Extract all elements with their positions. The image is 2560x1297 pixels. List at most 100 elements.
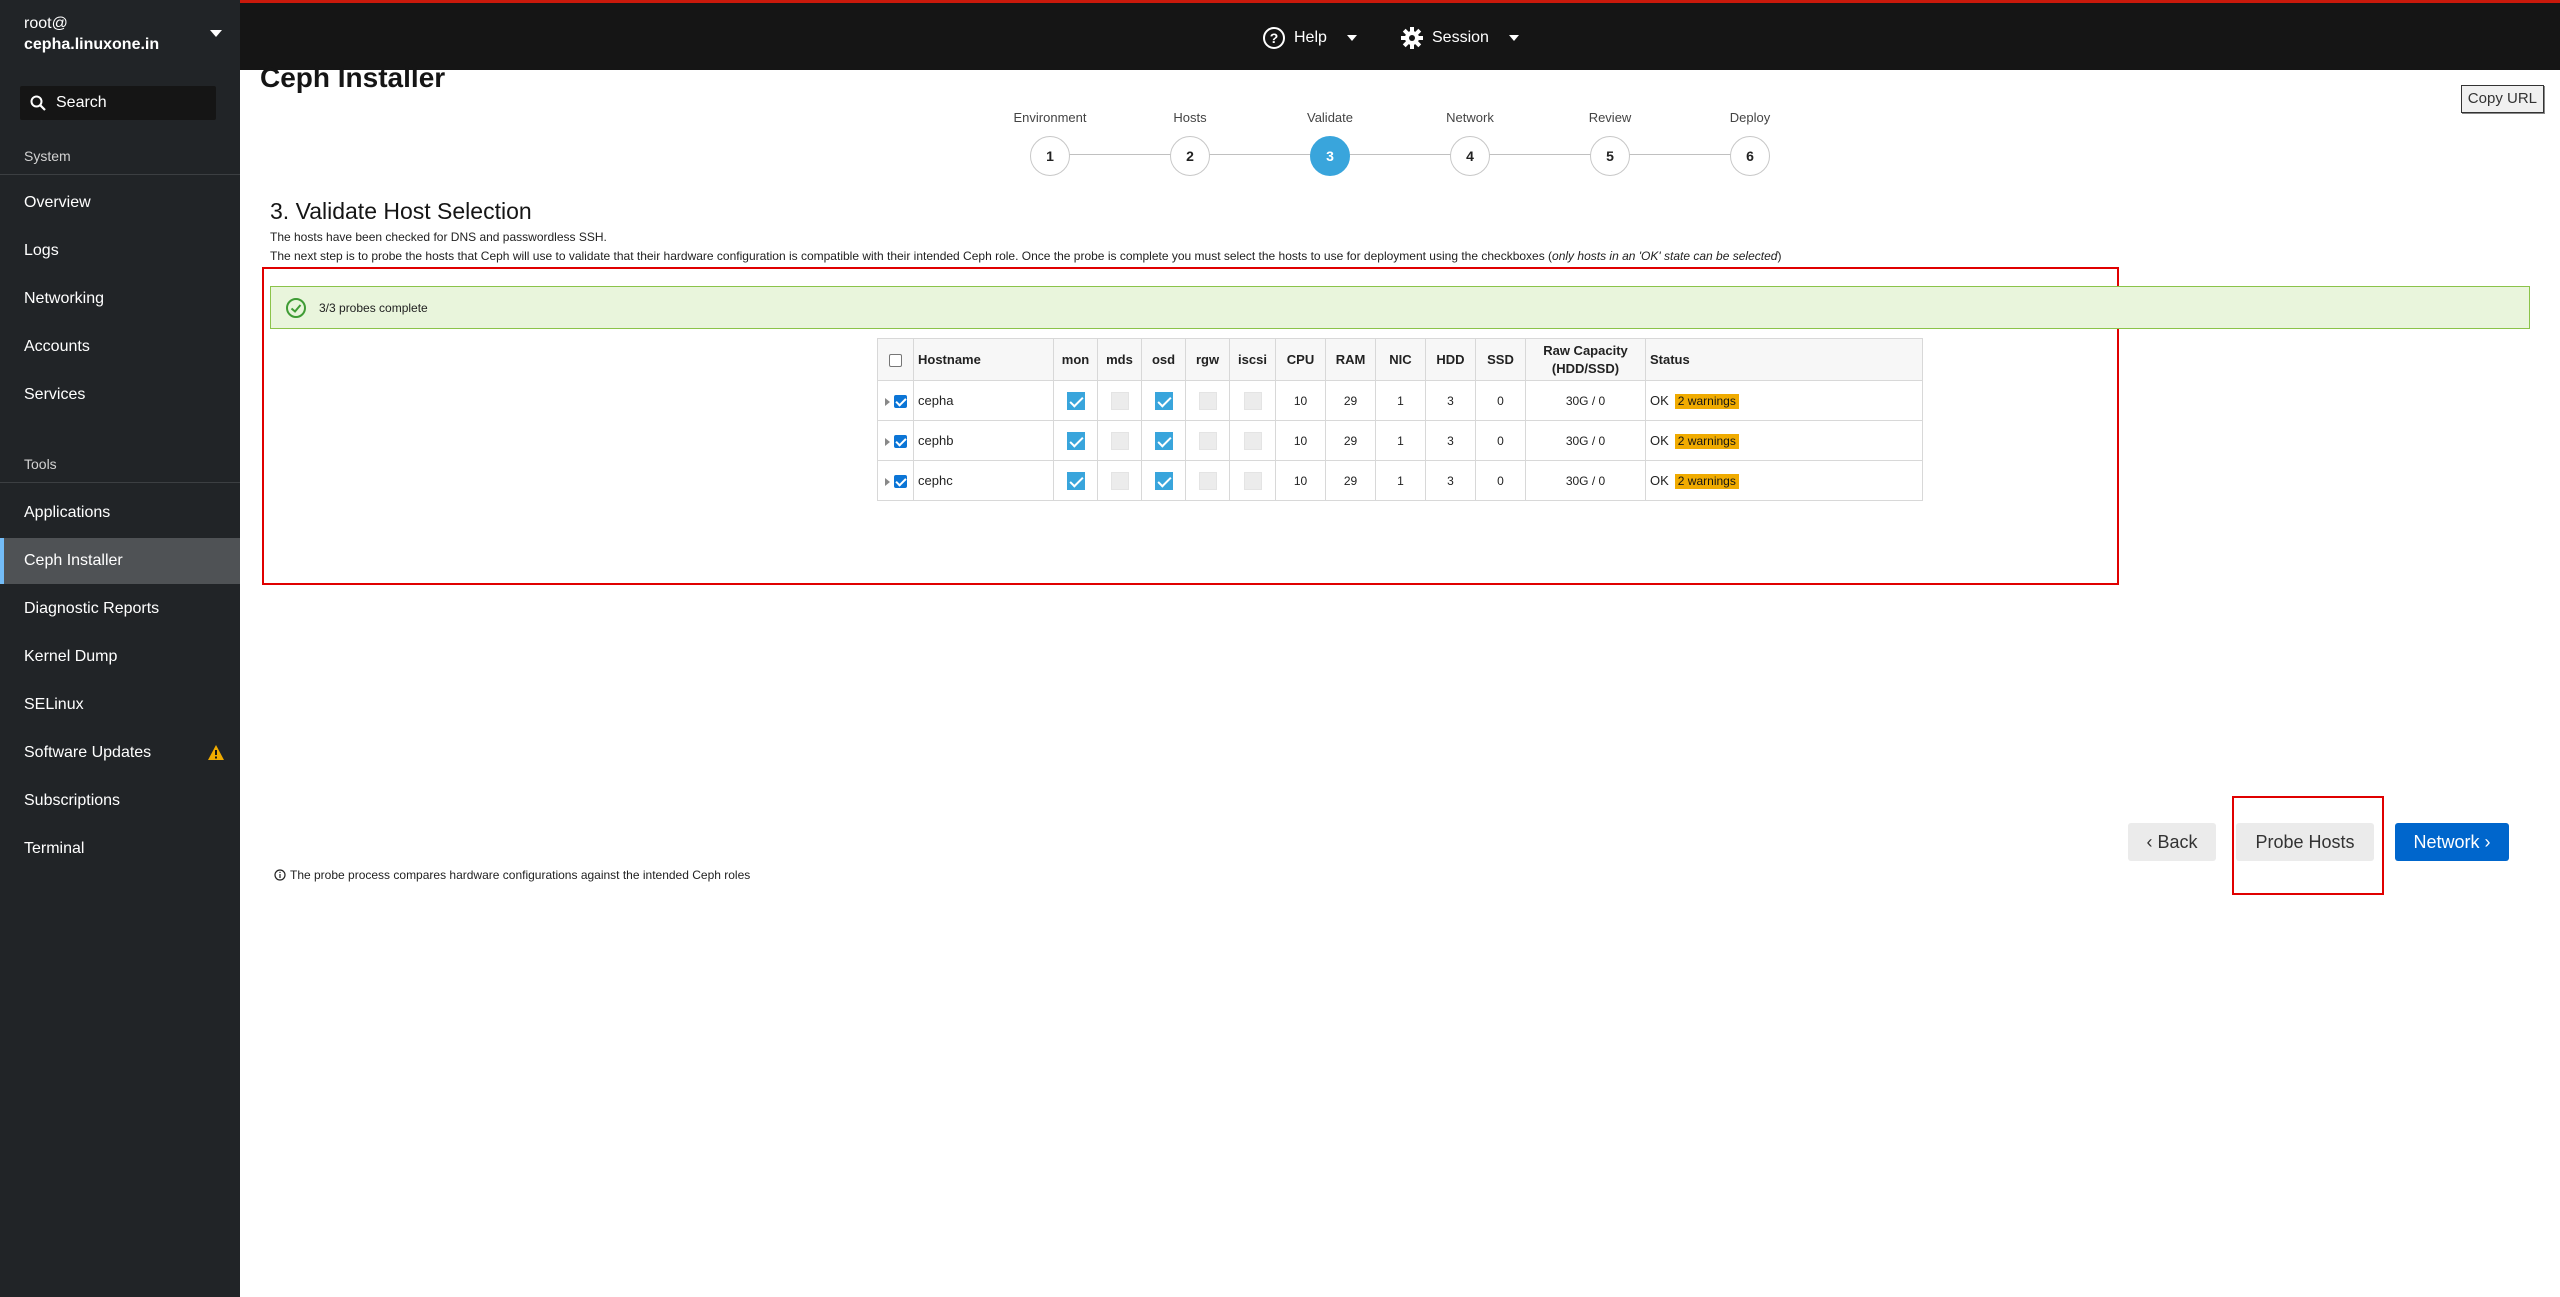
copy-url-button[interactable]: Copy URL — [2460, 85, 2544, 113]
warning-icon — [208, 745, 224, 760]
mds-role-checkbox[interactable] — [1110, 431, 1129, 450]
table-row: cephb 10 29 1 3 0 30G / 0 OK 2 warnings — [877, 420, 1923, 461]
iscsi-role-checkbox[interactable] — [1243, 431, 1262, 450]
expand-row-icon[interactable] — [884, 437, 890, 446]
rgw-cell — [1185, 420, 1230, 461]
sidebar-item-applications[interactable]: Applications — [0, 490, 240, 536]
rgw-role-checkbox[interactable] — [1198, 471, 1217, 490]
sidebar-item-diagnostic-reports[interactable]: Diagnostic Reports — [0, 586, 240, 632]
col-cpu: CPU — [1275, 338, 1326, 381]
iscsi-role-checkbox[interactable] — [1243, 471, 1262, 490]
ssd-cell: 0 — [1475, 380, 1526, 421]
cpu-cell: 10 — [1275, 460, 1326, 501]
osd-role-checkbox[interactable] — [1154, 391, 1173, 410]
divider — [0, 482, 240, 483]
hostname-cell: cephb — [913, 420, 1054, 461]
back-button[interactable]: ‹ Back — [2128, 823, 2216, 861]
wizard-step-hosts[interactable]: Hosts 2 — [1120, 110, 1260, 176]
info-icon — [274, 869, 286, 881]
sidebar-item-software-updates[interactable]: Software Updates — [0, 730, 240, 776]
sidebar-item-subscriptions[interactable]: Subscriptions — [0, 778, 240, 824]
col-hostname[interactable]: Hostname — [913, 338, 1054, 381]
check-circle-icon — [286, 298, 306, 318]
session-menu-button[interactable]: Session — [1400, 23, 1519, 53]
row-checkbox[interactable] — [893, 435, 907, 449]
sidebar-item-services[interactable]: Services — [0, 372, 240, 418]
sidebar-item-overview[interactable]: Overview — [0, 180, 240, 226]
row-select-cell — [877, 460, 914, 501]
row-checkbox[interactable] — [893, 475, 907, 489]
system-heading: System — [24, 148, 71, 164]
hdd-cell: 3 — [1425, 380, 1476, 421]
mds-role-checkbox[interactable] — [1110, 391, 1129, 410]
capacity-cell: 30G / 0 — [1525, 460, 1646, 501]
nic-cell: 1 — [1375, 420, 1426, 461]
chevron-down-icon — [210, 30, 222, 37]
col-nic: NIC — [1375, 338, 1426, 381]
wizard-step-deploy[interactable]: Deploy 6 — [1680, 110, 1820, 176]
hosts-table: Hostname mon mds osd rgw iscsi CPU RAM N… — [877, 338, 1923, 501]
nic-cell: 1 — [1375, 460, 1426, 501]
step-label: Deploy — [1729, 110, 1771, 125]
mon-role-checkbox[interactable] — [1066, 391, 1085, 410]
sidebar-item-logs[interactable]: Logs — [0, 228, 240, 274]
probe-status-banner: 3/3 probes complete — [270, 286, 2530, 329]
wizard-step-environment[interactable]: Environment 1 — [980, 110, 1120, 176]
step-number: 3 — [1310, 136, 1350, 176]
mon-role-checkbox[interactable] — [1066, 431, 1085, 450]
sidebar-item-kernel-dump[interactable]: Kernel Dump — [0, 634, 240, 680]
col-mds: mds — [1097, 338, 1142, 381]
warnings-badge[interactable]: 2 warnings — [1674, 393, 1739, 409]
col-rgw: rgw — [1185, 338, 1230, 381]
warnings-badge[interactable]: 2 warnings — [1674, 433, 1739, 449]
highlight-box — [2232, 796, 2384, 895]
mds-cell — [1097, 380, 1142, 421]
col-ssd: SSD — [1475, 338, 1526, 381]
help-menu-button[interactable]: ? Help — [1262, 23, 1357, 53]
search-input[interactable]: Search — [20, 86, 216, 120]
step-label: Hosts — [1173, 110, 1207, 125]
ram-cell: 29 — [1325, 460, 1376, 501]
step-label: Network — [1446, 110, 1494, 125]
session-label: Session — [1432, 29, 1489, 46]
expand-row-icon[interactable] — [884, 477, 890, 486]
row-select-cell — [877, 420, 914, 461]
sidebar-item-networking[interactable]: Networking — [0, 276, 240, 322]
mds-cell — [1097, 460, 1142, 501]
sidebar-item-ceph-installer[interactable]: Ceph Installer — [0, 538, 240, 584]
iscsi-role-checkbox[interactable] — [1243, 391, 1262, 410]
expand-row-icon[interactable] — [884, 397, 890, 406]
col-raw-capacity-line2: (HDD/SSD) — [1551, 360, 1620, 376]
status-cell: OK 2 warnings — [1645, 460, 1923, 501]
info-note-text: The probe process compares hardware conf… — [290, 868, 751, 882]
step-number: 2 — [1170, 136, 1210, 176]
hostname-cell: cepha — [913, 380, 1054, 421]
osd-role-checkbox[interactable] — [1154, 431, 1173, 450]
warnings-badge[interactable]: 2 warnings — [1674, 473, 1739, 489]
sidebar-item-label: Software Updates — [24, 744, 152, 761]
mon-role-checkbox[interactable] — [1066, 471, 1085, 490]
row-checkbox[interactable] — [893, 395, 907, 409]
next-network-button[interactable]: Network › — [2395, 823, 2509, 861]
select-all-checkbox[interactable] — [889, 354, 902, 368]
rgw-role-checkbox[interactable] — [1198, 391, 1217, 410]
osd-cell — [1141, 380, 1186, 421]
main-content: Ceph Installer Copy URL Environment 1 Ho… — [240, 62, 2560, 1297]
description-emphasis: only hosts in an 'OK' state can be selec… — [1552, 249, 1778, 263]
ram-cell: 29 — [1325, 380, 1376, 421]
rgw-role-checkbox[interactable] — [1198, 431, 1217, 450]
iscsi-cell — [1229, 380, 1276, 421]
host-switcher[interactable]: root@ cepha.linuxone.in — [0, 0, 240, 70]
ssd-cell: 0 — [1475, 460, 1526, 501]
status-text: OK — [1650, 432, 1669, 448]
wizard-step-network[interactable]: Network 4 — [1400, 110, 1540, 176]
sidebar-item-selinux[interactable]: SELinux — [0, 682, 240, 728]
osd-role-checkbox[interactable] — [1154, 471, 1173, 490]
mds-role-checkbox[interactable] — [1110, 471, 1129, 490]
wizard-step-validate[interactable]: Validate 3 — [1260, 110, 1400, 176]
sidebar-item-accounts[interactable]: Accounts — [0, 324, 240, 370]
wizard-step-review[interactable]: Review 5 — [1540, 110, 1680, 176]
sidebar-item-terminal[interactable]: Terminal — [0, 826, 240, 872]
hdd-cell: 3 — [1425, 460, 1476, 501]
status-text: OK — [1650, 392, 1669, 408]
